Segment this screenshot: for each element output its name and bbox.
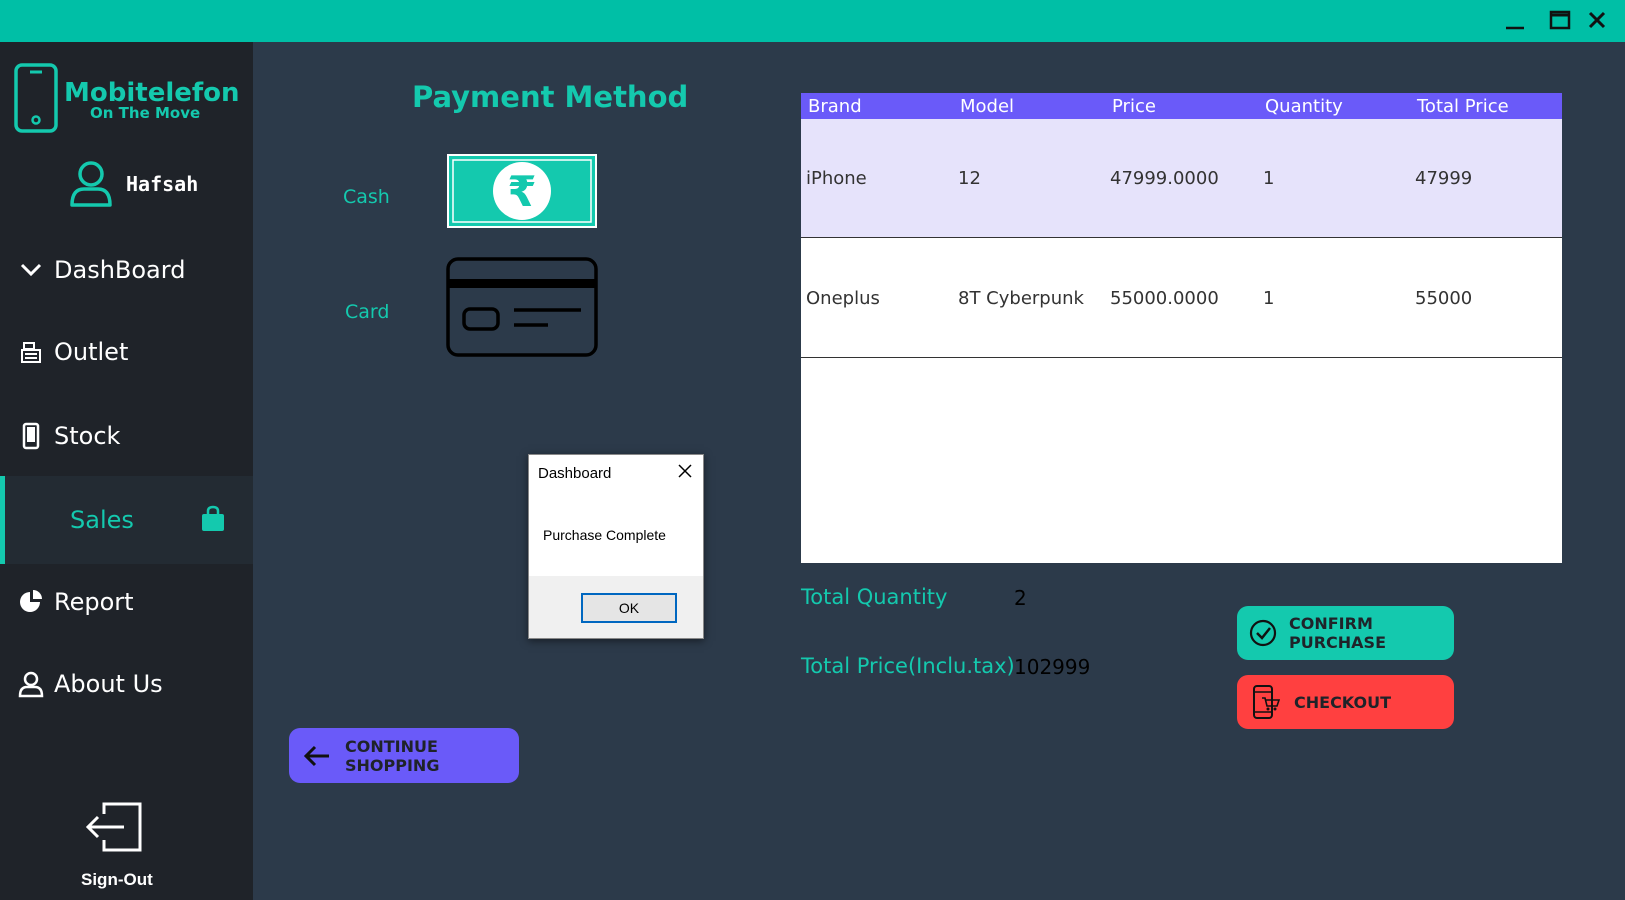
title-bar [0, 0, 1625, 42]
sidebar-item-label: Report [54, 588, 134, 616]
check-circle-icon [1249, 619, 1277, 647]
close-icon[interactable] [1580, 4, 1614, 36]
table-cell: 12 [958, 167, 981, 189]
pie-chart-icon [16, 587, 46, 617]
sign-out-label[interactable]: Sign-Out [81, 870, 153, 890]
sidebar-item-dashboard[interactable]: DashBoard [0, 240, 253, 300]
sidebar-item-outlet[interactable]: Outlet [0, 322, 253, 382]
dialog-footer: OK [529, 576, 703, 638]
phone-icon [16, 421, 46, 451]
sidebar-item-label: Sales [70, 506, 134, 534]
table-cell: 55000 [1415, 287, 1473, 309]
ok-button[interactable]: OK [581, 593, 677, 623]
sidebar: Mobitelefon On The Move Hafsah DashBoard… [0, 42, 253, 900]
maximize-icon[interactable] [1543, 4, 1577, 36]
mobile-cart-icon [1252, 684, 1280, 720]
continue-shopping-button[interactable]: CONTINUE SHOPPING [289, 728, 519, 783]
user-icon [16, 669, 46, 699]
dialog-message: Purchase Complete [543, 527, 666, 543]
sidebar-item-label: DashBoard [54, 256, 186, 284]
cart-table: Brand Model Price Quantity Total Price i… [801, 93, 1562, 563]
table-cell: 1 [1263, 287, 1275, 309]
phone-logo-icon [14, 63, 58, 133]
minimize-icon[interactable] [1498, 4, 1532, 36]
table-cell: 47999 [1415, 167, 1473, 189]
cash-label: Cash [343, 186, 390, 208]
table-cell: 55000.0000 [1110, 287, 1219, 309]
table-cell: 8T Cyberpunk [958, 287, 1084, 309]
card-payment-icon[interactable] [446, 257, 598, 357]
user-avatar-icon [70, 161, 112, 207]
sidebar-item-label: About Us [54, 670, 163, 698]
arrow-left-icon [303, 744, 331, 768]
sidebar-item-about-us[interactable]: About Us [0, 654, 253, 714]
table-cell: 1 [1263, 167, 1275, 189]
column-header[interactable]: Model [960, 96, 1014, 117]
table-cell: iPhone [806, 167, 867, 189]
cart-table-header: Brand Model Price Quantity Total Price [801, 93, 1562, 119]
confirm-purchase-label: CONFIRM PURCHASE [1289, 614, 1387, 652]
user-name: Hafsah [126, 172, 199, 196]
table-cell: 47999.0000 [1110, 167, 1219, 189]
table-cell: Oneplus [806, 287, 880, 309]
sidebar-item-label: Outlet [54, 338, 129, 366]
svg-text:₹: ₹ [507, 167, 536, 216]
sidebar-item-report[interactable]: Report [0, 572, 253, 632]
column-header[interactable]: Brand [808, 96, 862, 117]
total-price-value: 102999 [1014, 655, 1091, 679]
dialog-title: Dashboard [538, 465, 612, 482]
total-quantity-value: 2 [1014, 586, 1027, 610]
column-header[interactable]: Quantity [1265, 96, 1343, 117]
table-row[interactable]: iPhone 12 47999.0000 1 47999 [801, 119, 1562, 238]
sign-out-icon[interactable] [86, 802, 142, 852]
sidebar-item-label: Stock [54, 422, 121, 450]
cash-register-icon [16, 337, 46, 367]
close-icon[interactable] [675, 461, 695, 481]
column-header[interactable]: Price [1112, 96, 1156, 117]
shopping-bag-icon [201, 505, 225, 539]
checkout-label: CHECKOUT [1294, 692, 1391, 712]
table-row[interactable]: Oneplus 8T Cyberpunk 55000.0000 1 55000 [801, 239, 1562, 358]
total-quantity-label: Total Quantity [801, 585, 948, 609]
column-header[interactable]: Total Price [1417, 96, 1509, 117]
sidebar-item-sales[interactable]: Sales [0, 476, 253, 564]
chevron-down-icon [16, 255, 46, 285]
logo-subtitle: On The Move [90, 104, 201, 122]
continue-shopping-label: CONTINUE SHOPPING [345, 736, 440, 775]
cash-payment-icon[interactable]: ₹ [447, 154, 597, 228]
logo-title: Mobitelefon [64, 78, 240, 108]
confirm-purchase-button[interactable]: CONFIRM PURCHASE [1237, 606, 1454, 660]
sidebar-item-stock[interactable]: Stock [0, 406, 253, 466]
checkout-button[interactable]: CHECKOUT [1237, 675, 1454, 729]
total-price-label: Total Price(Inclu.tax) [801, 654, 1015, 678]
payment-method-title: Payment Method [412, 80, 689, 114]
card-label: Card [345, 301, 390, 323]
purchase-complete-dialog: Dashboard Purchase Complete OK [528, 454, 704, 639]
